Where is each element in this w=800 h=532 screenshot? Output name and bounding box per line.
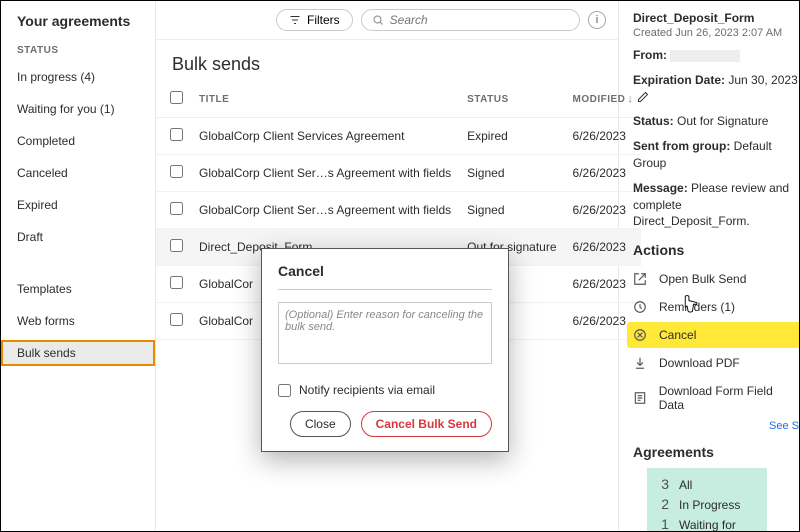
row-checkbox[interactable] bbox=[170, 165, 183, 178]
action-reminders[interactable]: Reminders (1) bbox=[627, 294, 799, 320]
reminders-icon bbox=[633, 300, 649, 314]
sidebar: Your agreements STATUS In progress (4) Wa… bbox=[1, 1, 156, 531]
see-more-link[interactable]: See S bbox=[633, 420, 799, 432]
sidebar-view-templates[interactable]: Templates bbox=[1, 276, 155, 302]
agreement-summary-row[interactable]: 3 All bbox=[655, 474, 759, 494]
row-status: Signed bbox=[459, 155, 564, 192]
actions-heading: Actions bbox=[633, 242, 799, 258]
sidebar-view-web-forms[interactable]: Web forms bbox=[1, 308, 155, 334]
sidebar-filter-4[interactable]: Expired bbox=[1, 192, 155, 218]
close-button[interactable]: Close bbox=[290, 411, 351, 437]
action-cancel[interactable]: Cancel bbox=[627, 322, 799, 348]
sidebar-view-bulk-sends[interactable]: Bulk sends bbox=[1, 340, 155, 366]
sidebar-filter-0[interactable]: In progress (4) bbox=[1, 64, 155, 90]
filter-icon bbox=[289, 14, 301, 26]
row-checkbox[interactable] bbox=[170, 313, 183, 326]
row-checkbox[interactable] bbox=[170, 276, 183, 289]
from-redacted bbox=[670, 50, 740, 62]
action-label: Download PDF bbox=[659, 356, 740, 370]
notify-recipients-row[interactable]: Notify recipients via email bbox=[278, 383, 492, 397]
row-checkbox[interactable] bbox=[170, 128, 183, 141]
row-title: GlobalCorp Client Services Agreement bbox=[191, 118, 459, 155]
notify-checkbox[interactable] bbox=[278, 384, 291, 397]
download-form-data-icon bbox=[633, 391, 649, 405]
cancel-dialog: Cancel Notify recipients via email Close… bbox=[261, 248, 509, 452]
action-open-bulk-send[interactable]: Open Bulk Send bbox=[627, 266, 799, 292]
agreement-count: 2 bbox=[655, 496, 669, 512]
sidebar-filter-3[interactable]: Canceled bbox=[1, 160, 155, 186]
table-row[interactable]: GlobalCorp Client Ser…s Agreement with f… bbox=[156, 155, 641, 192]
table-row[interactable]: GlobalCorp Client Services AgreementExpi… bbox=[156, 118, 641, 155]
open-bulk-send-icon bbox=[633, 272, 649, 286]
panel-created: Created Jun 26, 2023 2:07 AM bbox=[633, 27, 799, 39]
panel-expiration: Expiration Date: Jun 30, 2023 bbox=[633, 72, 799, 106]
panel-group: Sent from group: Default Group bbox=[633, 138, 799, 172]
table-row[interactable]: GlobalCorp Client Ser…s Agreement with f… bbox=[156, 192, 641, 229]
filters-label: Filters bbox=[307, 13, 340, 27]
agreement-count: 1 bbox=[655, 516, 669, 531]
edit-expiration-icon[interactable] bbox=[637, 91, 649, 103]
page-title: Your agreements bbox=[1, 13, 155, 39]
cancel-reason-textarea[interactable] bbox=[278, 302, 492, 364]
info-icon[interactable]: i bbox=[588, 11, 606, 29]
search-icon bbox=[372, 14, 384, 26]
col-title[interactable]: TITLE bbox=[191, 81, 459, 118]
cancel-bulk-send-button[interactable]: Cancel Bulk Send bbox=[361, 411, 492, 437]
sidebar-filter-1[interactable]: Waiting for you (1) bbox=[1, 96, 155, 122]
search-input[interactable] bbox=[390, 13, 569, 27]
panel-message: Message: Please review and complete Dire… bbox=[633, 180, 799, 230]
action-label: Reminders (1) bbox=[659, 300, 735, 314]
row-checkbox[interactable] bbox=[170, 202, 183, 215]
col-status[interactable]: STATUS bbox=[459, 81, 564, 118]
action-label: Cancel bbox=[659, 328, 696, 342]
agreement-label: All bbox=[679, 478, 692, 492]
agreement-label: Waiting for You bbox=[679, 518, 759, 531]
panel-status: Status: Out for Signature bbox=[633, 113, 799, 130]
status-heading: STATUS bbox=[1, 39, 155, 64]
filters-button[interactable]: Filters bbox=[276, 9, 353, 31]
agreement-count: 3 bbox=[655, 476, 669, 492]
select-all-checkbox[interactable] bbox=[170, 91, 183, 104]
agreement-label: In Progress bbox=[679, 498, 740, 512]
sidebar-filter-2[interactable]: Completed bbox=[1, 128, 155, 154]
details-panel: Direct_Deposit_Form Created Jun 26, 2023… bbox=[619, 1, 799, 531]
agreement-summary-row[interactable]: 2 In Progress bbox=[655, 494, 759, 514]
panel-title: Direct_Deposit_Form bbox=[633, 11, 799, 25]
row-title: GlobalCorp Client Ser…s Agreement with f… bbox=[191, 155, 459, 192]
row-title: GlobalCorp Client Ser…s Agreement with f… bbox=[191, 192, 459, 229]
agreement-summary-row[interactable]: 1 Waiting for You bbox=[655, 514, 759, 531]
topbar: Filters i bbox=[156, 1, 618, 40]
cancel-icon bbox=[633, 328, 649, 342]
action-label: Open Bulk Send bbox=[659, 272, 746, 286]
notify-label: Notify recipients via email bbox=[299, 383, 435, 397]
row-status: Expired bbox=[459, 118, 564, 155]
action-label: Download Form Field Data bbox=[659, 384, 799, 412]
sidebar-filter-5[interactable]: Draft bbox=[1, 224, 155, 250]
row-status: Signed bbox=[459, 192, 564, 229]
agreements-summary: 3 All 2 In Progress 1 Waiting for You bbox=[647, 468, 767, 531]
dialog-title: Cancel bbox=[278, 263, 492, 279]
content-heading: Bulk sends bbox=[156, 40, 618, 81]
download-pdf-icon bbox=[633, 356, 649, 370]
panel-from: From: bbox=[633, 47, 799, 64]
action-download-pdf[interactable]: Download PDF bbox=[627, 350, 799, 376]
search-box[interactable] bbox=[361, 9, 580, 31]
action-download-form-data[interactable]: Download Form Field Data bbox=[627, 378, 799, 418]
agreements-heading: Agreements bbox=[633, 444, 799, 460]
row-checkbox[interactable] bbox=[170, 239, 183, 252]
